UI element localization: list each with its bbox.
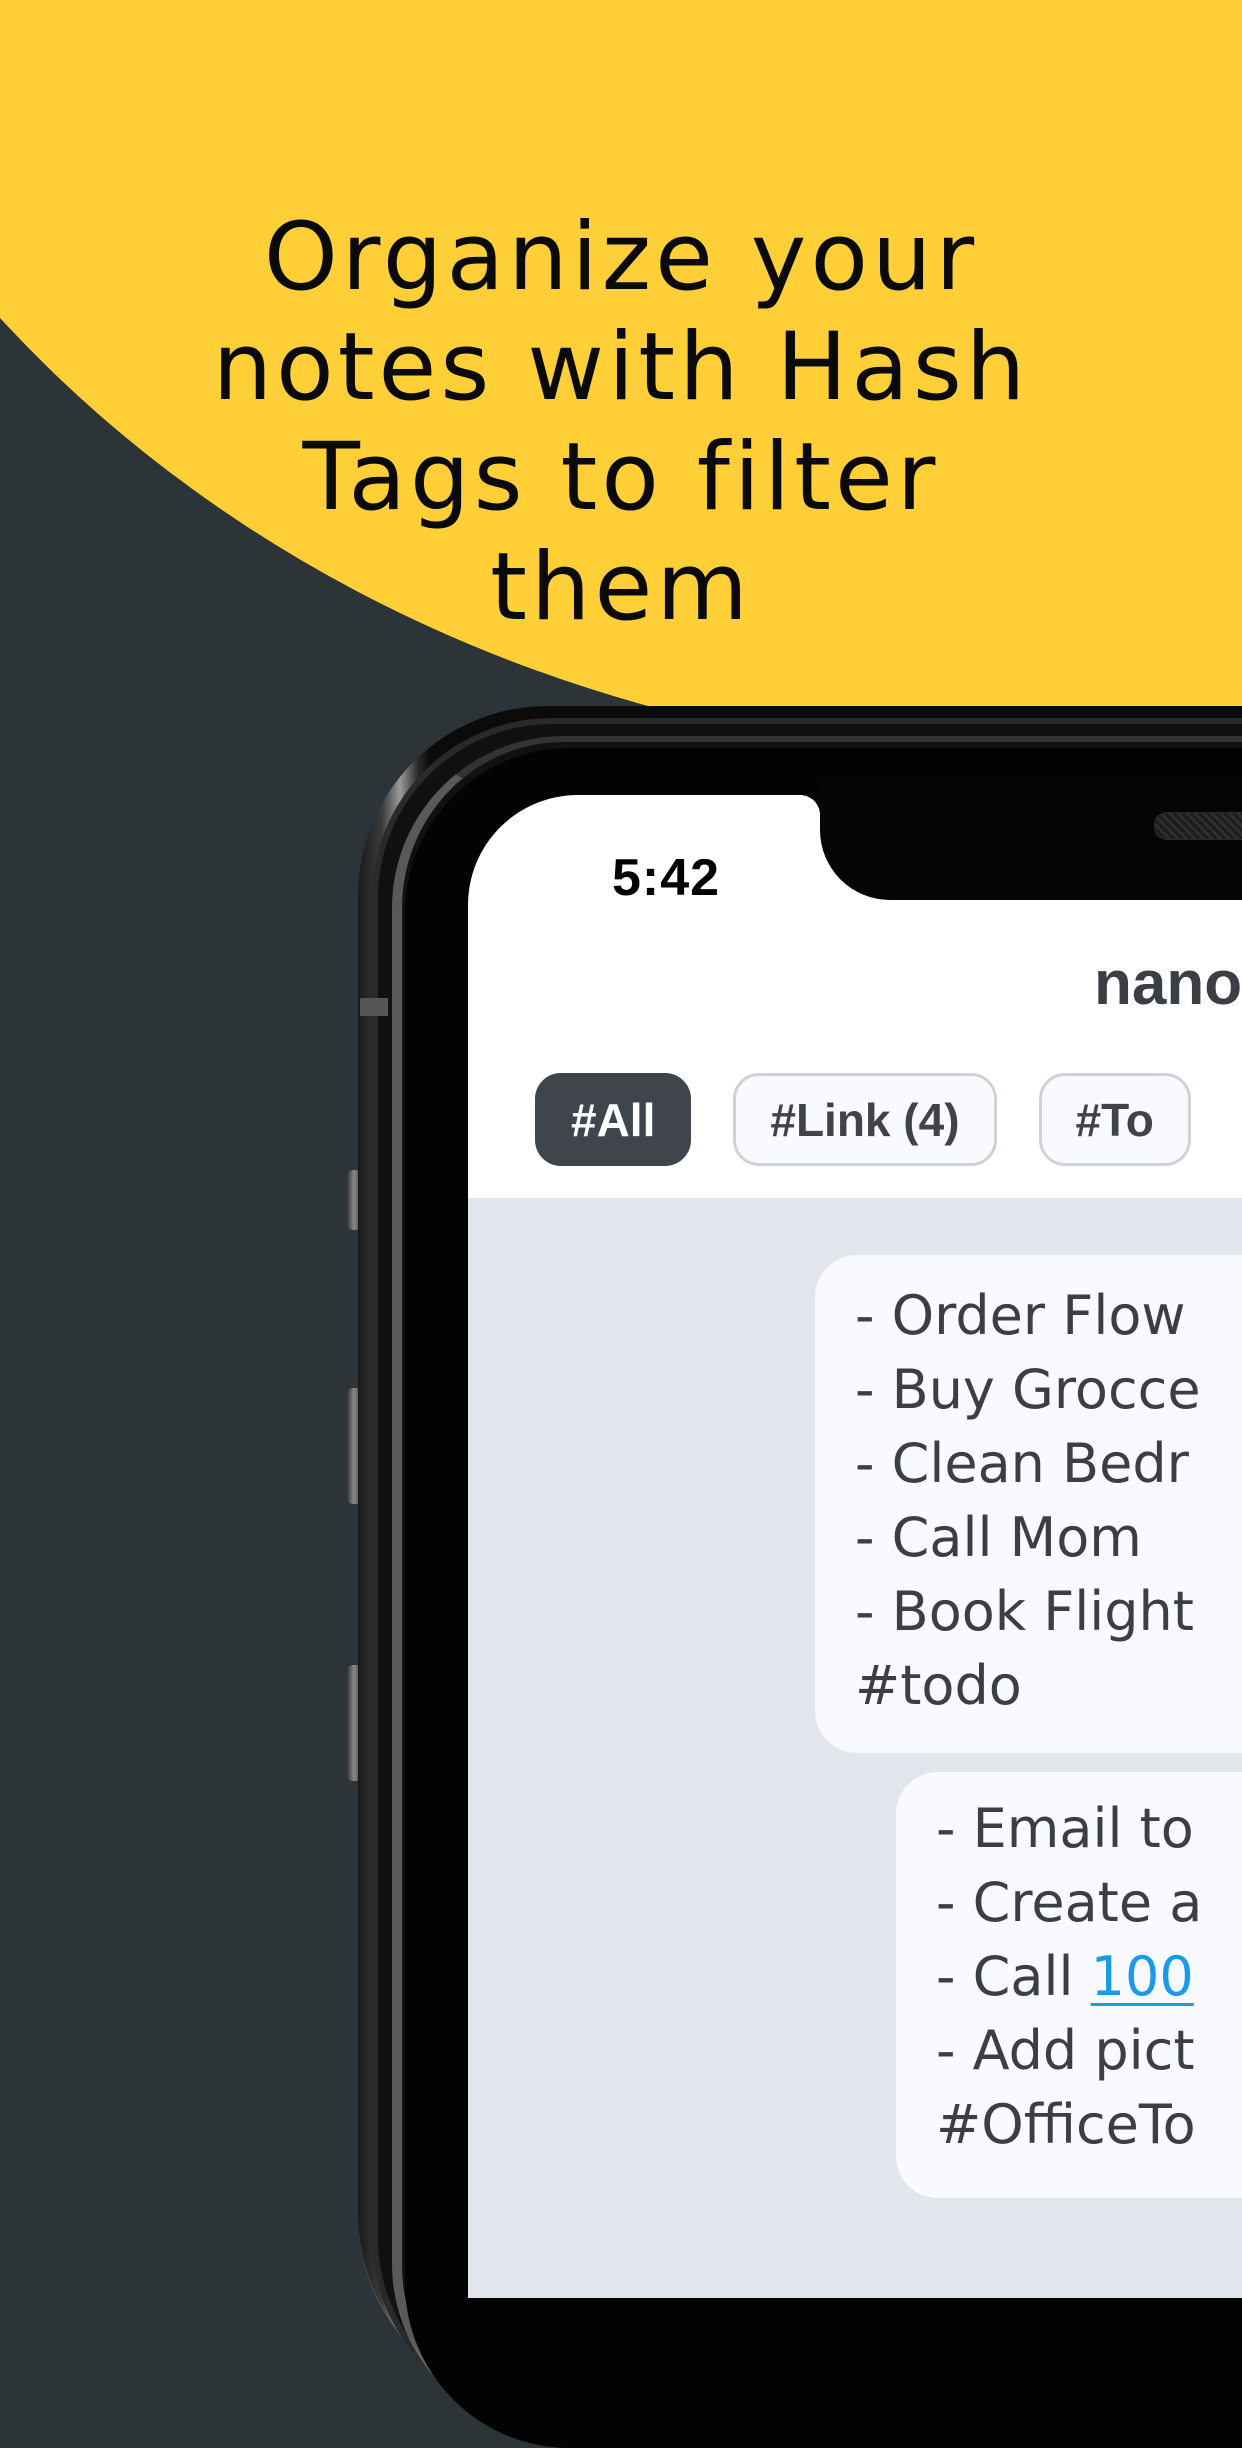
- speaker-grille-icon: [1154, 812, 1242, 840]
- app-title: nano: [1094, 949, 1242, 1018]
- chip-all[interactable]: #All: [535, 1073, 692, 1166]
- note-text: - Call: [936, 1945, 1091, 2008]
- antenna-band: [360, 998, 388, 1016]
- note-line: - Buy Grocce: [855, 1358, 1201, 1421]
- headline-line: notes with Hash: [212, 312, 1030, 422]
- note-line: - Add pict: [936, 2019, 1195, 2082]
- headline-line: Organize your: [263, 202, 979, 312]
- headline-line: them: [490, 532, 752, 642]
- note-line: - Order Flow: [855, 1284, 1186, 1347]
- note-card[interactable]: - Email to - Create a - Call 100 - Add p…: [896, 1772, 1242, 2198]
- headline: Organize your notes with Hash Tags to fi…: [0, 203, 1242, 643]
- headline-line: Tags to filter: [302, 422, 940, 532]
- note-line: - Email to: [936, 1797, 1194, 1860]
- hashtag-filter-bar: #All #Link (4) #To: [535, 1073, 1191, 1166]
- note-card[interactable]: - Order Flow - Buy Grocce - Clean Bedr -…: [815, 1255, 1242, 1753]
- chip-todo[interactable]: #To: [1038, 1073, 1191, 1166]
- note-line: - Create a: [936, 1871, 1203, 1934]
- note-tag[interactable]: #todo: [855, 1649, 1242, 1723]
- note-line: - Call Mom: [855, 1506, 1142, 1569]
- phone-notch: [800, 780, 1242, 900]
- phone-number-link[interactable]: 100: [1091, 1945, 1194, 2008]
- note-line: - Book Flight: [855, 1580, 1194, 1643]
- status-time: 5:42: [612, 849, 721, 907]
- note-tag[interactable]: #OfficeTo: [936, 2088, 1242, 2162]
- note-line: - Clean Bedr: [855, 1432, 1189, 1495]
- chip-link[interactable]: #Link (4): [733, 1073, 997, 1166]
- note-line: - Call 100: [936, 1940, 1242, 2014]
